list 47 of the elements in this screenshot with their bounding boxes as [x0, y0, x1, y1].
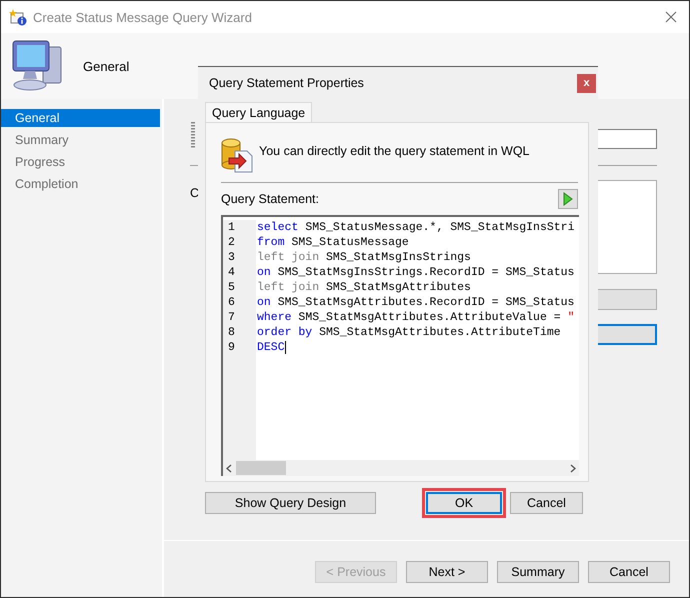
- code-editor[interactable]: [221, 215, 579, 476]
- dialog-button[interactable]: OK: [426, 492, 502, 514]
- line-number: 9: [227, 340, 236, 355]
- run-button[interactable]: [558, 189, 578, 209]
- scroll-right-icon[interactable]: [570, 464, 576, 472]
- code-line: left join SMS_StatMsgAttributes: [257, 280, 471, 295]
- dialog-title: Query Statement Properties: [209, 76, 365, 90]
- sidebar-item[interactable]: Completion: [1, 175, 160, 193]
- code-line: from SMS_StatusMessage: [257, 235, 409, 250]
- close-button[interactable]: x: [577, 74, 596, 92]
- dialog-button[interactable]: Show Query Design: [205, 492, 376, 514]
- horizontal-scrollbar[interactable]: [223, 460, 579, 476]
- dialog-button[interactable]: Cancel: [510, 492, 583, 514]
- line-number: 5: [227, 280, 236, 295]
- info-text: You can directly edit the query statement in WQL: [259, 144, 530, 158]
- line-number: 2: [227, 235, 236, 250]
- code-line: on SMS_StatMsgInsStrings.RecordID = SMS_Status: [257, 265, 574, 280]
- code-line: order by SMS_StatMsgAttributes.AttributeTime: [257, 325, 561, 340]
- editor-label: Query Statement:: [221, 192, 319, 206]
- close-icon[interactable]: [665, 11, 677, 23]
- sidebar-item[interactable]: Summary: [1, 131, 160, 149]
- code-line: DESC: [257, 340, 285, 355]
- database-arrow-icon: [221, 137, 253, 173]
- wizard-button[interactable]: Summary: [497, 561, 579, 583]
- scrollbar-thumb[interactable]: [236, 461, 286, 475]
- page-heading: General: [83, 58, 130, 74]
- sidebar-item[interactable]: General: [1, 109, 160, 127]
- code-line: select SMS_StatusMessage.*, SMS_StatMsgInsStri: [257, 220, 574, 235]
- play-icon: [563, 192, 573, 206]
- grip-icon: [190, 121, 196, 149]
- code-line: where SMS_StatMsgAttributes.AttributeValue = ": [257, 310, 574, 325]
- wizard-icon: [9, 8, 27, 26]
- code-line: on SMS_StatMsgAttributes.RecordID = SMS_Status: [257, 295, 574, 310]
- line-number: 4: [227, 265, 236, 280]
- wizard-button[interactable]: Cancel: [588, 561, 670, 583]
- wizard-button[interactable]: Next >: [406, 561, 488, 583]
- line-number: 7: [227, 310, 236, 325]
- line-number: 3: [227, 250, 236, 265]
- tab[interactable]: Query Language: [205, 102, 312, 122]
- line-number: 1: [227, 220, 236, 235]
- line-number: 8: [227, 325, 236, 340]
- scroll-left-icon[interactable]: [226, 464, 232, 472]
- sidebar-item[interactable]: Progress: [1, 153, 160, 171]
- code-line: left join SMS_StatMsgInsStrings: [257, 250, 471, 265]
- field-label: C: [190, 186, 200, 200]
- line-number: 6: [227, 295, 236, 310]
- window-title: Create Status Message Query Wizard: [33, 10, 253, 24]
